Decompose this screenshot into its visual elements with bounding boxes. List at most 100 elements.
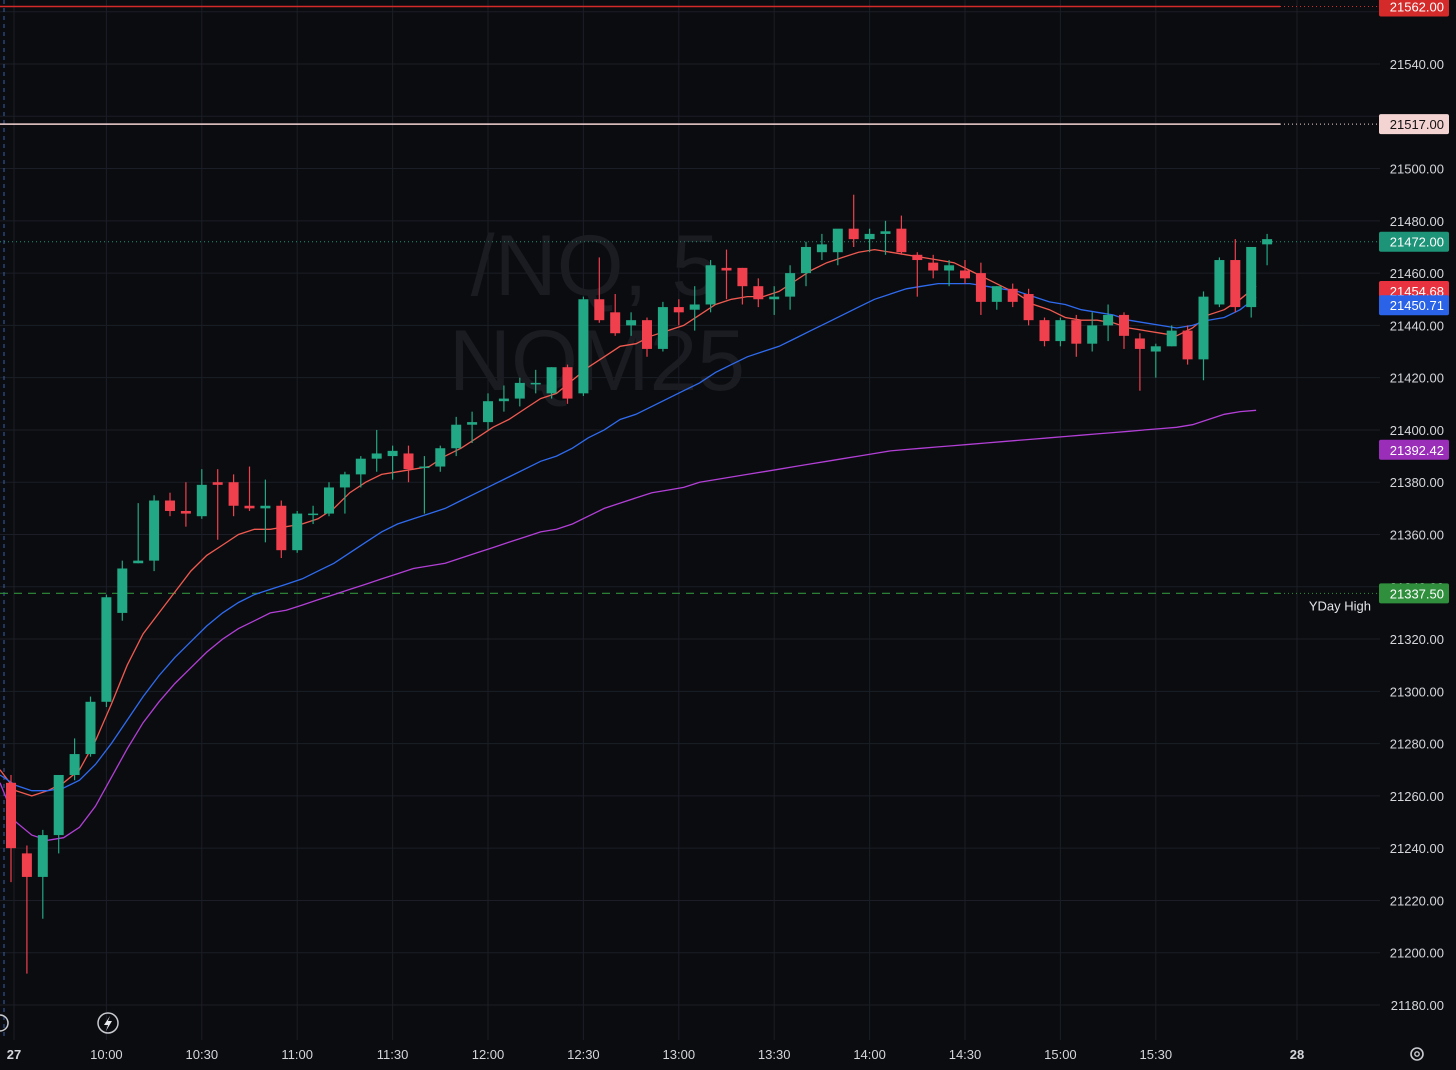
- time-tick-label: 12:00: [472, 1047, 505, 1062]
- price-tick-label: 21260.00: [1390, 789, 1444, 804]
- candle-body: [546, 367, 557, 394]
- time-tick-label: 10:00: [90, 1047, 123, 1062]
- candle: [578, 296, 589, 396]
- candle-body: [1262, 239, 1273, 245]
- candlestick-chart[interactable]: /NQ, 5 NQM25 YDay High 21540.0021500.002…: [0, 0, 1456, 1065]
- price-tick-label: 21240.00: [1390, 841, 1444, 856]
- candle-body: [165, 500, 175, 511]
- candle-body: [117, 568, 128, 613]
- candle-body: [387, 450, 398, 457]
- candle-body: [69, 754, 80, 775]
- candle-body: [928, 262, 939, 271]
- time-tick-label: 28: [1290, 1047, 1304, 1062]
- candle-body: [451, 424, 462, 449]
- time-tick-label: 14:30: [949, 1047, 982, 1062]
- candle: [1023, 288, 1034, 326]
- candle-body: [133, 560, 144, 564]
- candle-body: [594, 299, 605, 321]
- ema-mid-tag-text: 21450.71: [1390, 298, 1444, 313]
- candle: [705, 260, 716, 313]
- candle-body: [673, 307, 684, 313]
- candle-body: [1007, 288, 1018, 302]
- candle: [292, 510, 303, 553]
- candle-body: [1166, 330, 1177, 347]
- candle: [149, 495, 160, 572]
- candle-body: [419, 466, 430, 469]
- candle-body: [832, 228, 843, 253]
- candle-body: [848, 228, 859, 240]
- candle-body: [21, 853, 32, 877]
- price-tick-label: 21380.00: [1390, 475, 1444, 490]
- candle-body: [705, 265, 716, 305]
- candle: [1246, 246, 1257, 318]
- candle-body: [1071, 320, 1082, 344]
- chart-root[interactable]: /NQ, 5 NQM25 YDay High 21540.00 21500.00 2…: [0, 0, 1456, 1065]
- candle: [1214, 257, 1225, 308]
- level-21517-tag: 21517.00: [1379, 114, 1449, 135]
- price-tick-label: 21460.00: [1390, 266, 1444, 281]
- candle-body: [149, 500, 160, 561]
- time-tick-label: 27: [7, 1047, 21, 1062]
- candle-body: [626, 320, 637, 326]
- candle-body: [1214, 260, 1225, 305]
- candle-body: [6, 782, 16, 849]
- candle-body: [991, 286, 1002, 302]
- price-tick-label: 21500.00: [1390, 162, 1444, 177]
- candle-body: [228, 482, 239, 506]
- candle-body: [212, 482, 223, 485]
- candle-body: [276, 505, 287, 551]
- candle-body: [1023, 294, 1034, 321]
- candle-body: [912, 254, 923, 261]
- candle-body: [864, 233, 875, 240]
- candle: [1182, 325, 1193, 365]
- candle-body: [339, 474, 350, 488]
- price-tick-label: 21220.00: [1390, 893, 1444, 908]
- price-tick-label: 21420.00: [1390, 371, 1444, 386]
- candle-body: [1119, 314, 1129, 336]
- candle-body: [1150, 346, 1161, 352]
- candle-body: [483, 401, 493, 423]
- price-tick-label: 21360.00: [1390, 528, 1444, 543]
- candle-body: [1039, 320, 1050, 342]
- price-tick-label: 21540.00: [1390, 57, 1444, 72]
- candle-body: [37, 835, 48, 877]
- candle-body: [753, 286, 764, 300]
- candle-body: [721, 267, 732, 271]
- time-tick-label: 15:00: [1044, 1047, 1077, 1062]
- candle-body: [101, 597, 112, 702]
- candle-body: [801, 246, 811, 274]
- candle-body: [498, 398, 509, 402]
- candle: [101, 594, 112, 708]
- candle-body: [53, 774, 64, 836]
- level-yday-high-tag: 21337.50: [1379, 583, 1449, 604]
- candle-body: [355, 458, 366, 475]
- candle-body: [1246, 246, 1257, 308]
- candle-body: [562, 367, 573, 399]
- candle-body: [896, 228, 907, 253]
- last-price-tag: 21472.00: [1379, 231, 1449, 252]
- candle: [657, 301, 668, 352]
- candle-body: [1198, 296, 1209, 360]
- time-tick-label: 13:00: [663, 1047, 696, 1062]
- candle-body: [514, 382, 525, 399]
- candle: [85, 696, 96, 757]
- level-21517-tag-text: 21517.00: [1390, 117, 1444, 132]
- candle-body: [467, 422, 478, 425]
- candle-body: [260, 505, 271, 509]
- price-tick-label: 21440.00: [1390, 318, 1444, 333]
- candle-body: [308, 513, 319, 516]
- candle-body: [642, 320, 652, 349]
- price-tick-label: 21320.00: [1390, 632, 1444, 647]
- chart-background: [0, 0, 1456, 1065]
- candle-body: [960, 270, 970, 279]
- candle-body: [578, 299, 589, 394]
- candle-body: [530, 382, 541, 385]
- price-tick-label: 21200.00: [1390, 946, 1444, 961]
- price-tick-label: 21480.00: [1390, 214, 1444, 229]
- candle-body: [1087, 325, 1098, 344]
- candle-body: [785, 273, 796, 297]
- candle: [117, 560, 128, 621]
- candle-body: [180, 510, 191, 514]
- time-tick-label: 11:30: [377, 1047, 409, 1062]
- candle-body: [85, 701, 96, 755]
